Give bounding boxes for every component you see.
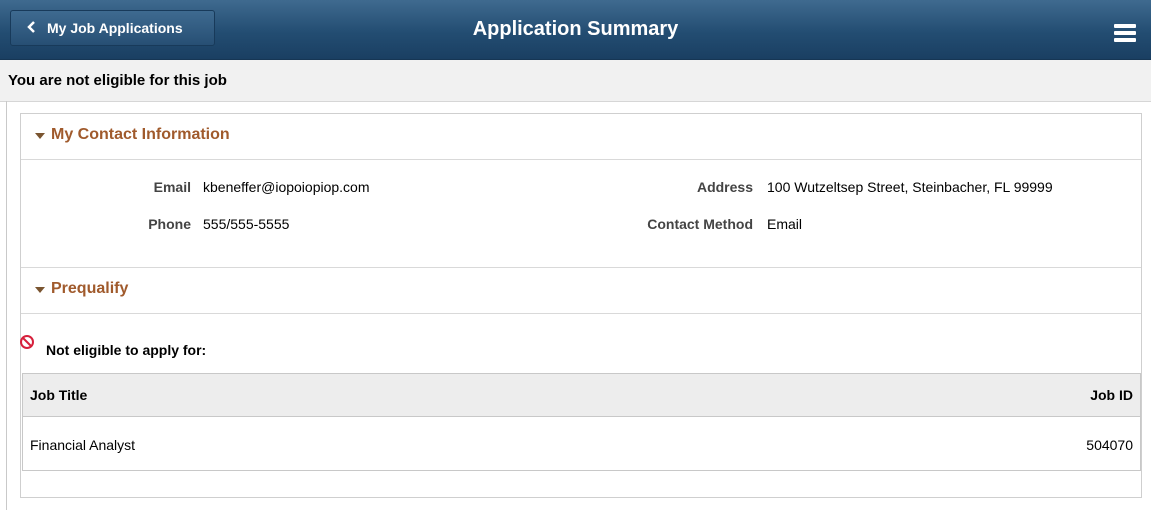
email-label: Email (153, 179, 191, 195)
contact-section-title: My Contact Information (51, 126, 230, 143)
job-title-cell: Financial Analyst (30, 437, 136, 453)
email-value: kbeneffer@iopoiopiop.com (203, 179, 370, 195)
hamburger-menu-icon[interactable] (1114, 24, 1136, 42)
prequalify-section-title: Prequalify (51, 280, 129, 297)
collapse-triangle-icon (35, 287, 45, 293)
address-label: Address (696, 179, 753, 195)
not-eligible-text: Not eligible to apply for: (46, 342, 207, 358)
chevron-left-icon (27, 20, 39, 36)
back-button[interactable]: My Job Applications (10, 10, 215, 46)
contact-method-value: Email (767, 216, 803, 232)
phone-label: Phone (148, 216, 191, 232)
eligibility-banner: You are not eligible for this job (0, 60, 1151, 102)
table-row[interactable]: Financial Analyst 504070 (23, 417, 1140, 470)
summary-card: My Contact Information Email kbeneffer@i… (20, 113, 1142, 498)
contact-method-label: Contact Method (647, 216, 753, 232)
table-header: Job Title Job ID (23, 374, 1140, 417)
phone-value: 555/555-5555 (203, 216, 290, 232)
prequalify-section-header[interactable]: Prequalify (21, 268, 1141, 314)
column-header-job-title: Job Title (30, 387, 88, 403)
job-id-cell: 504070 (1086, 437, 1133, 453)
prohibited-icon (19, 334, 35, 350)
back-button-label: My Job Applications (47, 20, 183, 36)
left-divider (6, 101, 7, 510)
column-header-job-id: Job ID (1090, 387, 1133, 403)
collapse-triangle-icon (35, 133, 45, 139)
eligibility-message: You are not eligible for this job (8, 72, 227, 89)
not-eligible-jobs-table: Job Title Job ID Financial Analyst 50407… (22, 373, 1141, 471)
app-header: My Job Applications Application Summary (0, 0, 1151, 60)
address-value: 100 Wutzeltsep Street, Steinbacher, FL 9… (767, 179, 1053, 195)
contact-section-header[interactable]: My Contact Information (21, 114, 1141, 160)
